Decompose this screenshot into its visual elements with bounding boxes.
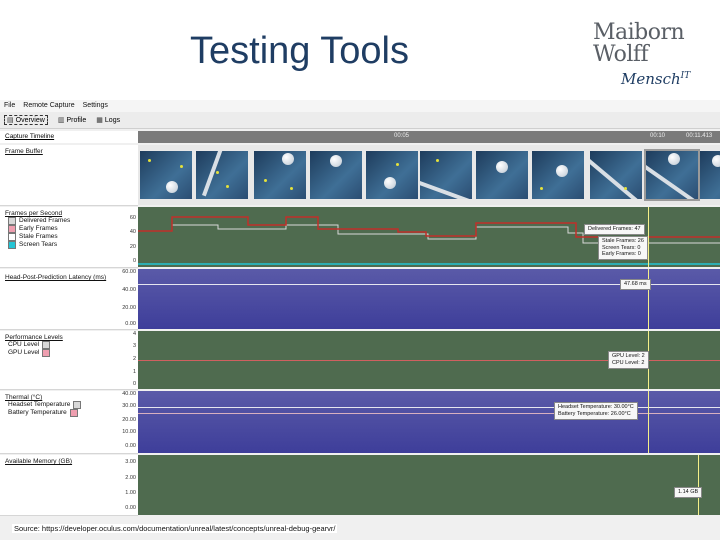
axis-tick: 0 [132,258,136,264]
axis-tick: 40 [129,229,136,235]
legend-battery-temperature[interactable]: Battery Temperature [0,409,138,417]
axis-tick: 1 [132,369,136,375]
legend-cpu-level[interactable]: CPU Level [0,341,138,349]
frame-thumbnail[interactable] [700,151,720,199]
menu-bar: File Remote Capture Settings [0,100,720,112]
timeline-cursor[interactable] [648,269,649,329]
legend-delivered-frames[interactable]: Delivered Frames [0,217,138,225]
company-logo: Maiborn Wolff MenschIT [593,22,703,94]
frame-buffer-strip[interactable] [138,145,720,205]
frame-thumbnail[interactable] [532,151,584,199]
axis-tick: 40.00 [122,287,136,293]
thermal-label: Thermal (°C) [5,394,43,401]
axis-tick: 30.00 [122,403,136,409]
profile-icon: ▥ [57,117,65,124]
axis-tick: 0.00 [125,321,136,327]
frame-thumbnail[interactable] [590,151,642,199]
capture-timeline-label: Capture Timeline [0,131,138,143]
memory-label-panel: Available Memory (GB) 3.00 2.00 1.00 0.0… [0,455,138,516]
thermal-label-panel: Thermal (°C) Headset Temperature Battery… [0,391,138,454]
logo-signature: MenschIT [621,70,691,88]
overview-icon: ▤ [7,117,14,124]
fps-tooltip-main: Delivered Frames: 47 [584,224,645,235]
legend-headset-temperature[interactable]: Headset Temperature [0,401,138,409]
tab-bar: ▤ Overview ▥ Profile ▦ Logs [0,112,720,129]
legend-gpu-level[interactable]: GPU Level [0,349,138,357]
axis-tick: 20 [129,244,136,250]
menu-remote-capture[interactable]: Remote Capture [23,100,74,112]
logo-line2: Wolff [593,42,649,67]
timeline-tick: 00:10 [650,133,666,139]
frame-thumbnail[interactable] [310,151,362,199]
axis-tick: 3.00 [125,459,136,465]
legend-stale-frames[interactable]: Stale Frames [0,233,138,241]
timeline-tick: 00:05 [394,133,410,139]
perf-label-panel: Performance Levels CPU Level GPU Level 4… [0,331,138,390]
frame-buffer-label-panel: Frame Buffer [0,145,138,206]
fps-label-panel: Frames per Second Delivered Frames Early… [0,207,138,268]
perf-tooltip: GPU Level: 2 CPU Level: 2 [608,351,649,369]
frame-thumbnail[interactable] [366,151,418,199]
fps-label: Frames per Second [5,210,63,217]
latency-label: Head-Post-Prediction Latency (ms) [5,274,107,281]
axis-tick: 0 [132,381,136,387]
tab-profile[interactable]: ▥ Profile [57,116,86,125]
frame-thumbnail-selected[interactable] [644,149,700,201]
axis-tick: 20.00 [122,305,136,311]
legend-early-frames[interactable]: Early Frames [0,225,138,233]
logo-line1: Maiborn [593,20,685,45]
axis-tick: 3 [132,343,136,349]
axis-tick: 4 [132,331,136,337]
source-citation: Source: https://developer.oculus.com/doc… [12,524,338,533]
timeline-cursor[interactable] [698,455,699,515]
frame-thumbnail[interactable] [254,151,306,199]
frame-thumbnail[interactable] [140,151,192,199]
axis-tick: 40.00 [122,391,136,397]
axis-tick: 10.00 [122,429,136,435]
axis-tick: 1.00 [125,490,136,496]
latency-tooltip: 47.68 ms [620,279,651,290]
latency-label-panel: Head-Post-Prediction Latency (ms) 60.00 … [0,269,138,330]
fps-tooltip-sub: Stale Frames: 26 Screen Tears: 0 Early F… [598,236,648,260]
axis-tick: 20.00 [122,417,136,423]
tab-overview[interactable]: ▤ Overview [4,115,48,125]
axis-tick: 60.00 [122,269,136,275]
axis-tick: 0.00 [125,505,136,511]
memory-label: Available Memory (GB) [5,458,73,465]
fps-graph[interactable]: Delivered Frames: 47 Stale Frames: 26 Sc… [138,207,720,267]
thermal-graph[interactable]: Headset Temperature: 30.00°C Battery Tem… [138,391,720,453]
frame-thumbnail[interactable] [420,151,472,199]
frame-thumbnail[interactable] [476,151,528,199]
axis-tick: 60 [129,215,136,221]
capture-timeline[interactable]: 00:05 00:10 00:11.413 [138,131,720,143]
legend-screen-tears[interactable]: Screen Tears [0,241,138,249]
timeline-tick: 00:11.413 [686,133,713,139]
timeline-cursor[interactable] [648,391,649,453]
latency-graph[interactable]: 47.68 ms [138,269,720,329]
axis-tick: 0.00 [125,443,136,449]
axis-tick: 2 [132,356,136,362]
timeline-cursor[interactable] [648,207,649,267]
oculus-monitor-window: File Remote Capture Settings ▤ Overview … [0,100,720,540]
perf-graph[interactable]: GPU Level: 2 CPU Level: 2 [138,331,720,389]
perf-label: Performance Levels [5,334,63,341]
menu-file[interactable]: File [4,100,15,112]
memory-tooltip: 1.14 GB [674,487,703,498]
frame-buffer-label: Frame Buffer [5,148,43,155]
frame-thumbnail[interactable] [196,151,248,199]
memory-graph[interactable]: 1.14 GB [138,455,720,515]
menu-settings[interactable]: Settings [83,100,108,112]
logs-icon: ▦ [96,117,103,124]
axis-tick: 2.00 [125,475,136,481]
thermal-tooltip: Headset Temperature: 30.00°C Battery Tem… [554,402,638,420]
slide-title: Testing Tools [190,30,409,72]
tab-logs[interactable]: ▦ Logs [96,116,120,125]
